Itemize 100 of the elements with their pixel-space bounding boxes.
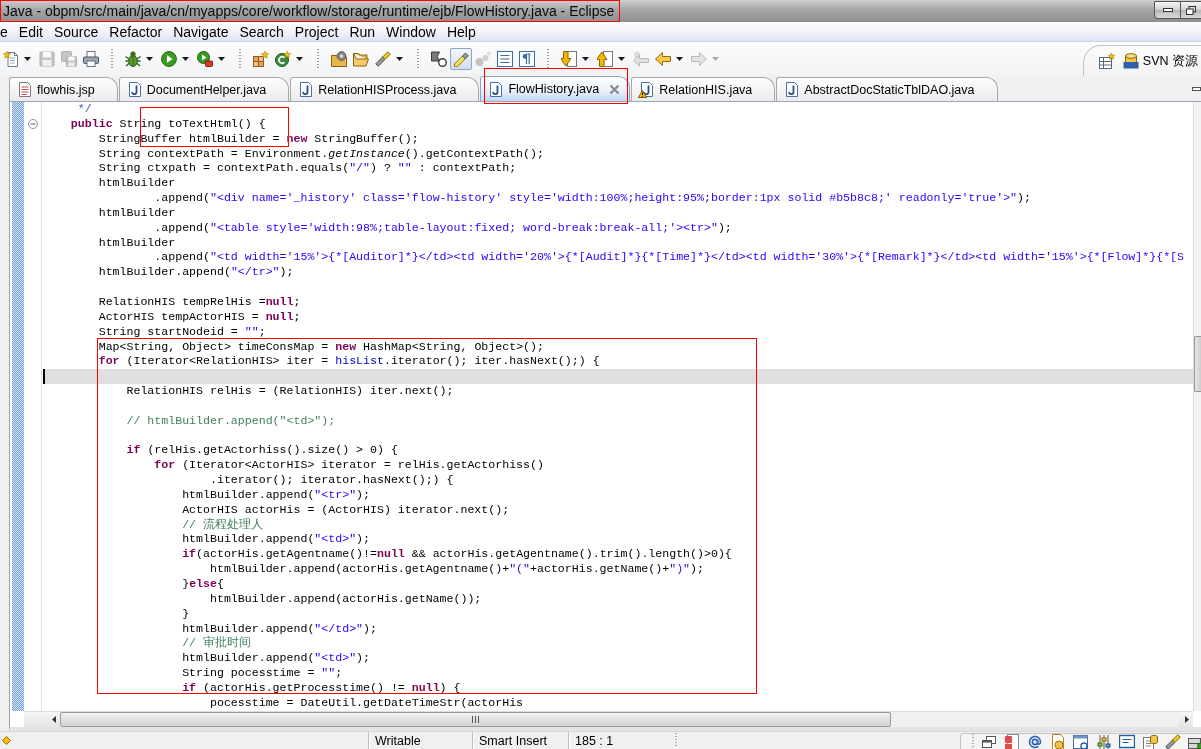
code-line: htmlBuilder.append("<tr>"); — [182, 487, 371, 503]
minimize-icon — [1162, 8, 1173, 12]
window-ring-icon[interactable] — [1073, 733, 1089, 749]
sliders-icon[interactable] — [1096, 733, 1112, 749]
editor-tab[interactable]: RelationHISProcess.java — [290, 77, 480, 101]
menu-item[interactable]: Search — [239, 22, 284, 41]
code-line: String contextPath = Environment.getInstance().getContextPath(); — [98, 146, 544, 162]
scroll-right-button[interactable] — [1178, 712, 1193, 727]
menu-item[interactable]: Window — [386, 22, 436, 41]
editor-tab[interactable]: flowhis.jsp — [9, 77, 118, 101]
code-line: htmlBuilder.append("<td>"); — [182, 651, 371, 667]
code-line: htmlBuilder.append("</tr>"); — [98, 265, 294, 281]
j-file-icon — [128, 82, 141, 97]
collapse-icon[interactable] — [28, 119, 38, 130]
close-icon — [608, 83, 620, 95]
editor-tab[interactable]: RelationHIS.java — [631, 77, 776, 101]
status-field: Writable — [370, 732, 472, 749]
database-page-icon[interactable] — [1142, 733, 1158, 749]
caret-icon — [581, 57, 589, 61]
code-line: RelationHIS relHis = (RelationHIS) iter.next(); — [126, 384, 454, 399]
code-line: RelationHIS tempRelHis =null; — [98, 294, 301, 310]
page-icon — [19, 82, 31, 97]
caret-icon — [217, 57, 225, 61]
menu-item[interactable]: Navigate — [173, 22, 229, 41]
code-line: ActorHIS tempActorHIS = null; — [98, 309, 301, 325]
editor-tab[interactable]: AbstractDocStaticTblDAO.java — [776, 77, 998, 101]
windows-icon[interactable] — [981, 733, 997, 749]
scrollbar-thumb[interactable] — [60, 712, 891, 727]
code-line: .append("<td width='15%'>{*[Auditor]*}</td><td width='20%'>{*[Audit]*}{*[Time]*}</td><td width='30%'>{*[Remark]*}</td><td width='15%'>{*[Flow]*}{*[S — [154, 250, 1185, 266]
j-file-icon — [300, 82, 313, 97]
code-line: String ctxpath = contextPath.equals("/") ? "" : contextPath; — [98, 161, 517, 177]
menu-item[interactable]: Project — [294, 22, 339, 41]
grip-icon — [472, 716, 479, 723]
code-line: htmlBuilder.append("<td>"); — [182, 532, 371, 548]
caret-icon — [675, 57, 683, 61]
horizontal-scrollbar[interactable] — [24, 711, 1193, 727]
status-field: Smart Insert — [474, 732, 568, 749]
menu-item[interactable]: Source — [53, 22, 99, 41]
caret-icon — [181, 57, 189, 61]
code-line: htmlBuilder.append(actorHis.getName()); — [210, 591, 482, 607]
table-star-icon — [1098, 53, 1115, 69]
caret-icon — [295, 57, 303, 61]
database-icon — [1122, 53, 1139, 69]
caret-icon — [23, 57, 31, 61]
code-line: // htmlBuilder.append("<td>"); — [126, 413, 336, 429]
menu-item[interactable]: Help — [446, 22, 476, 41]
code-line: htmlBuilder.append(actorHis.getAgentname()+"("+actorHis.getName()+")"); — [210, 562, 704, 577]
editor-tab[interactable]: FlowHistory.java — [480, 76, 631, 101]
code-line: if(actorHis.getAgentname()!=null && actorHis.getAgentname().trim().length()>0){ — [182, 547, 732, 563]
flashlight-icon[interactable] — [1165, 733, 1181, 749]
code-line: ActorHIS actorHis = (ActorHIS) iterator.next(); — [182, 502, 510, 518]
code-line: for (Iterator<RelationHIS> iter = hisList.iterator(); iter.hasNext();) { — [98, 354, 600, 370]
page-blocks-icon[interactable] — [1004, 733, 1020, 749]
restore-button[interactable] — [1181, 1, 1201, 19]
restore-icon — [1186, 5, 1196, 15]
code-line: Map<String, Object> timeConsMap = new HashMap<String, Object>(); — [98, 339, 544, 355]
perspective-button[interactable]: SVN 资源 — [1121, 50, 1199, 72]
caret-left-icon — [52, 716, 56, 723]
code-line: for (Iterator<ActorHIS> iterator = relHis.getActorhiss() — [154, 458, 544, 474]
console-icon[interactable] — [1119, 733, 1135, 749]
minimize-button[interactable] — [1154, 1, 1181, 19]
minimize-icon[interactable] — [1192, 86, 1201, 91]
code-line: pocesstime = DateUtil.getDateTimeStr(actorHis — [210, 695, 524, 711]
caret-right-icon — [1185, 716, 1189, 723]
code-line: String pocesstime = ""; — [182, 666, 343, 681]
menu-item[interactable]: e — [0, 22, 8, 41]
vertical-scrollbar[interactable] — [1193, 102, 1201, 711]
caret-icon — [395, 57, 403, 61]
menu-item[interactable]: Run — [349, 22, 376, 41]
code-line: String startNodeid = ""; — [98, 324, 266, 340]
code-line: htmlBuilder — [98, 176, 176, 192]
code-line: htmlBuilder — [98, 205, 176, 221]
scroll-left-button[interactable] — [24, 712, 60, 727]
scrollbar-thumb[interactable] — [1194, 336, 1201, 392]
caret-icon — [145, 57, 153, 61]
status-field: 185 : 1 — [570, 732, 670, 749]
code-line: htmlBuilder.append("</td>"); — [182, 621, 377, 636]
text-cursor — [43, 369, 45, 385]
diamond-icon[interactable] — [2, 736, 11, 745]
code-line: htmlBuilder — [98, 235, 176, 251]
code-line: } — [182, 606, 190, 622]
window-title: Java - obpm/src/main/java/cn/myapps/core/workflow/storage/runtime/ejb/FlowHistory.java - Eclipse — [3, 2, 615, 20]
code-line: */ — [77, 102, 92, 117]
code-line: }else{ — [182, 577, 224, 592]
editor-tab[interactable]: DocumentHelper.java — [118, 77, 290, 101]
code-line: .append("<table style='width:98%;table-layout:fixed; word-break:break-all;'><tr>"); — [154, 220, 732, 236]
menu-item[interactable]: Refactor — [109, 22, 163, 41]
at-sign-icon[interactable] — [1027, 733, 1043, 749]
close-button[interactable] — [607, 82, 622, 96]
code-line: .append("<div name='_history' class='flow-history' style='width:100%;height:95%;border:1px solid #b5b8c8;' readonly='true'>"); — [154, 191, 1031, 206]
code-line: // 流程处理人 — [182, 517, 264, 533]
code-line: .iterator(); iterator.hasNext();) { — [210, 473, 454, 488]
caret-icon — [711, 57, 719, 61]
code-line: if (actorHis.getProcesstime() != null) { — [182, 680, 461, 696]
menu-item[interactable]: Edit — [18, 22, 43, 41]
code-line: if (relHis.getActorhiss().size() > 0) { — [126, 443, 398, 459]
code-line: // 审批时间 — [182, 636, 252, 652]
j-file-icon — [490, 81, 503, 97]
caret-icon — [617, 57, 625, 61]
j-file-icon — [786, 82, 799, 97]
